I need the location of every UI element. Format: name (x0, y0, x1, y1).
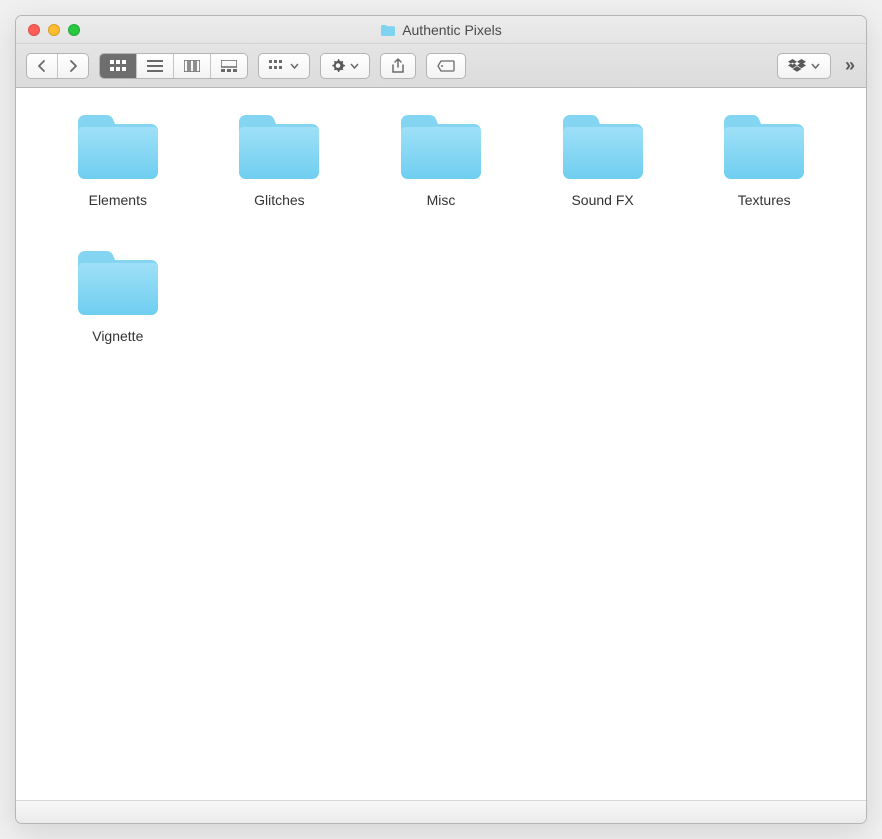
fullscreen-button[interactable] (68, 24, 80, 36)
folder-item[interactable]: Textures (698, 112, 830, 208)
icon-view-button[interactable] (100, 54, 137, 78)
folder-icon (236, 112, 322, 182)
group-dropdown[interactable] (258, 53, 310, 79)
chevron-down-icon (290, 63, 299, 69)
folder-item[interactable]: Sound FX (537, 112, 669, 208)
toolbar: » (16, 44, 866, 88)
folder-label: Vignette (92, 328, 143, 344)
folder-item[interactable]: Elements (52, 112, 184, 208)
folder-icon (75, 112, 161, 182)
window-title-text: Authentic Pixels (402, 22, 502, 38)
folder-icon (398, 112, 484, 182)
folder-icon (380, 23, 396, 37)
finder-window: Authentic Pixels (15, 15, 867, 824)
list-icon (147, 60, 163, 72)
gear-icon (331, 59, 345, 73)
dropbox-dropdown[interactable] (777, 53, 831, 79)
action-dropdown[interactable] (320, 53, 370, 79)
dropbox-icon (788, 59, 806, 73)
view-mode-buttons (99, 53, 248, 79)
close-button[interactable] (28, 24, 40, 36)
folder-label: Textures (738, 192, 791, 208)
column-view-button[interactable] (174, 54, 211, 78)
folder-grid: Elements Glitches Misc (16, 88, 866, 801)
gallery-icon (221, 60, 237, 72)
chevron-down-icon (350, 63, 359, 69)
titlebar: Authentic Pixels (16, 16, 866, 44)
tag-icon (437, 60, 455, 72)
folder-label: Glitches (254, 192, 305, 208)
folder-label: Sound FX (571, 192, 633, 208)
share-button[interactable] (380, 53, 416, 79)
folder-item[interactable]: Vignette (52, 248, 184, 344)
grid-icon (110, 60, 126, 72)
chevron-left-icon (37, 60, 47, 72)
nav-buttons (26, 53, 89, 79)
tag-button[interactable] (426, 53, 466, 79)
traffic-lights (16, 24, 80, 36)
overflow-button[interactable]: » (841, 55, 856, 76)
gallery-view-button[interactable] (211, 54, 247, 78)
folder-label: Elements (89, 192, 147, 208)
group-icon (269, 60, 285, 72)
list-view-button[interactable] (137, 54, 174, 78)
forward-button[interactable] (58, 54, 88, 78)
folder-icon (721, 112, 807, 182)
folder-label: Misc (427, 192, 456, 208)
minimize-button[interactable] (48, 24, 60, 36)
window-title: Authentic Pixels (16, 22, 866, 38)
share-icon (391, 58, 405, 74)
back-button[interactable] (27, 54, 58, 78)
folder-icon (75, 248, 161, 318)
chevron-right-icon (68, 60, 78, 72)
folder-item[interactable]: Misc (375, 112, 507, 208)
folder-icon (560, 112, 646, 182)
chevron-down-icon (811, 63, 820, 69)
folder-item[interactable]: Glitches (214, 112, 346, 208)
status-bar (16, 801, 866, 823)
columns-icon (184, 60, 200, 72)
